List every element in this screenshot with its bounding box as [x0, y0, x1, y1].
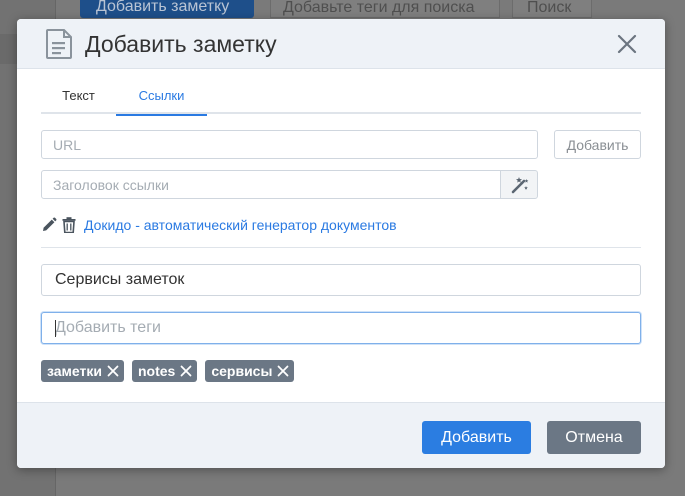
tab-text[interactable]: Текст — [41, 83, 116, 114]
link-title-input[interactable] — [41, 170, 501, 199]
link-item: Докидо - автоматический генератор докуме… — [41, 215, 641, 235]
note-name-input[interactable] — [41, 264, 641, 296]
cancel-button[interactable]: Отмена — [547, 421, 641, 454]
dialog-footer: Добавить Отмена — [17, 402, 665, 468]
tags-input[interactable] — [41, 312, 641, 344]
document-icon — [46, 29, 72, 59]
tag-label: notes — [138, 363, 176, 379]
close-icon[interactable] — [617, 34, 637, 54]
auto-title-button[interactable] — [500, 170, 538, 199]
tag-label: заметки — [47, 363, 102, 379]
background-tags-search-input: Добавьте теги для поиска — [270, 0, 500, 18]
divider — [41, 247, 641, 248]
tag-list: заметки notes сервисы — [41, 360, 302, 382]
dialog-header: Добавить заметку — [17, 19, 665, 69]
submit-note-button[interactable]: Добавить — [422, 421, 531, 454]
pencil-icon[interactable] — [41, 217, 57, 233]
add-link-button[interactable]: Добавить — [554, 130, 641, 159]
add-note-dialog: Добавить заметку Текст Ссылки Добавить — [17, 19, 665, 468]
tab-links[interactable]: Ссылки — [116, 83, 207, 116]
trash-icon[interactable] — [62, 217, 76, 233]
remove-tag-icon[interactable] — [107, 365, 119, 377]
tag-chip: сервисы — [205, 360, 295, 382]
magic-wand-icon — [511, 177, 529, 194]
tag-chip: заметки — [41, 360, 124, 382]
remove-tag-icon[interactable] — [277, 365, 289, 377]
background-add-note-button: Добавить заметку — [80, 0, 254, 18]
tag-label: сервисы — [211, 363, 273, 379]
remove-tag-icon[interactable] — [180, 365, 192, 377]
text-caret — [55, 320, 56, 337]
saved-link[interactable]: Докидо - автоматический генератор докуме… — [84, 215, 397, 235]
tab-bar: Текст Ссылки — [41, 83, 641, 116]
dialog-title: Добавить заметку — [85, 31, 277, 57]
url-input[interactable] — [41, 130, 538, 159]
background-search-button: Поиск — [512, 0, 592, 18]
tag-chip: notes — [132, 360, 198, 382]
